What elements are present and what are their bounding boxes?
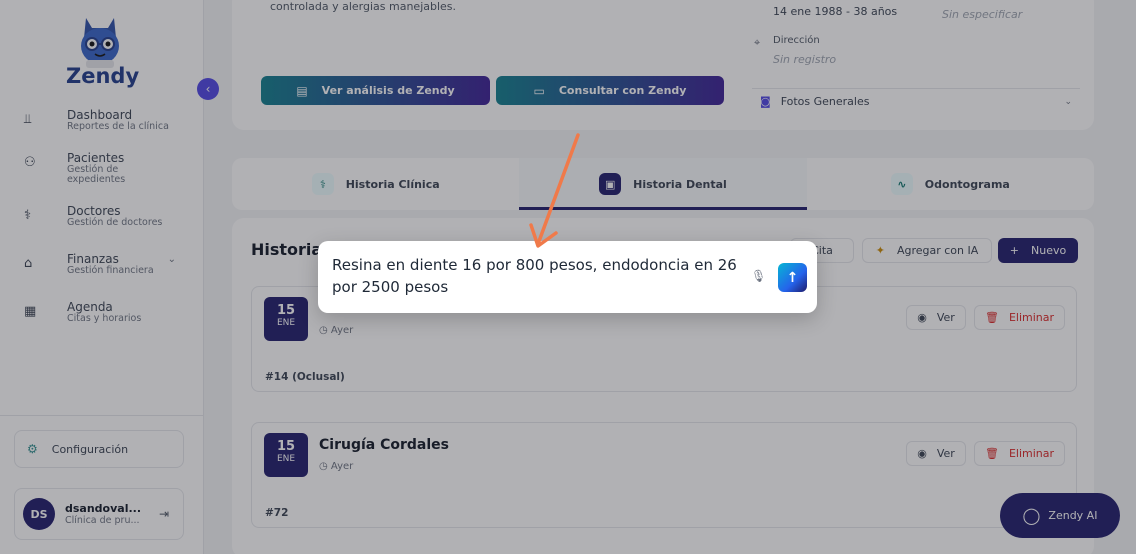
app: Zendy ‹ ⫫ Dashboard Reportes de la clíni… (0, 0, 1136, 554)
annotation-arrow (529, 133, 580, 248)
